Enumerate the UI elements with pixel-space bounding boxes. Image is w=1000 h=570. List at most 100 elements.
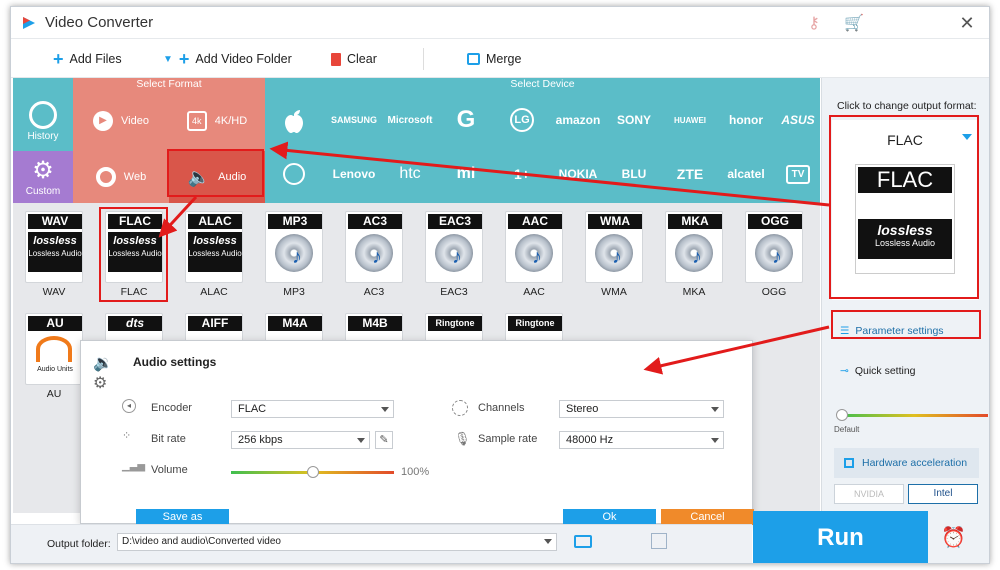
apple-icon[interactable] xyxy=(267,95,321,145)
brand-amazon[interactable]: amazon xyxy=(551,95,605,145)
hardware-acceleration-button[interactable]: Hardware acceleration xyxy=(834,448,979,478)
format-card-ogg[interactable]: OGG ♪ OGG xyxy=(739,209,809,298)
brand-nokia[interactable]: NOKIA xyxy=(551,149,605,199)
format-label: EAC3 xyxy=(440,286,468,298)
cancel-button[interactable]: Cancel xyxy=(661,509,754,525)
wav-badge: WAV lossless Lossless Audio xyxy=(25,211,83,283)
format-card-wma[interactable]: WMA ♪ WMA xyxy=(579,209,649,298)
samplerate-select[interactable]: 48000 Hz xyxy=(559,431,724,449)
highlight-flac-card xyxy=(99,207,168,302)
custom-tile[interactable]: ⚙ Custom xyxy=(13,151,73,203)
intel-badge: Intel xyxy=(908,484,978,504)
brand-asus[interactable]: ASUS xyxy=(771,95,825,145)
channels-select[interactable]: Stereo xyxy=(559,400,724,418)
video-label: Video xyxy=(121,115,149,127)
format-card-alac[interactable]: ALAC lossless Lossless Audio ALAC xyxy=(179,209,249,298)
brand-microsoft[interactable]: Microsoft xyxy=(383,95,437,145)
key-icon[interactable]: ⚷ xyxy=(804,13,824,33)
music-note-icon: ♪ xyxy=(692,246,702,268)
music-note-icon: ♪ xyxy=(292,246,302,268)
clear-button[interactable]: Clear xyxy=(331,49,377,69)
encoder-select[interactable]: FLAC xyxy=(231,400,394,418)
dts-name: dts xyxy=(108,316,162,331)
audio-units-text: Audio Units xyxy=(37,366,73,373)
quality-slider[interactable] xyxy=(840,414,988,417)
brand-mi[interactable]: mi xyxy=(439,149,493,199)
format-label: MKA xyxy=(682,286,706,298)
channels-value: Stereo xyxy=(566,403,599,415)
open-folder-icon[interactable] xyxy=(651,533,667,549)
format-card-ac3[interactable]: AC3 ♪ AC3 xyxy=(339,209,409,298)
encoder-label: Encoder xyxy=(151,402,192,414)
format-card-mp3[interactable]: MP3 ♪ MP3 xyxy=(259,209,329,298)
output-folder-field[interactable]: D:\video and audio\Converted video xyxy=(117,533,557,551)
add-folder-label: Add Video Folder xyxy=(195,52,292,66)
save-as-button[interactable]: Save as xyxy=(136,509,229,525)
nvidia-badge: NVIDIA xyxy=(834,484,904,504)
history-tile[interactable]: History xyxy=(13,91,73,151)
format-card-eac3[interactable]: EAC3 ♪ EAC3 xyxy=(419,209,489,298)
format-card-aac[interactable]: AAC ♪ AAC xyxy=(499,209,569,298)
edit-bitrate-button[interactable]: ✎ xyxy=(375,431,393,449)
alac-name: ALAC xyxy=(188,214,242,229)
format-card-mka[interactable]: MKA ♪ MKA xyxy=(659,209,729,298)
quick-setting: ⊸ Quick setting xyxy=(840,365,916,377)
music-note-icon: ♪ xyxy=(772,246,782,268)
play-icon: ▶ xyxy=(93,111,114,131)
au-badge: AU Audio Units xyxy=(25,313,83,385)
merge-label: Merge xyxy=(486,52,522,66)
channels-icon xyxy=(452,400,468,416)
brand-lg[interactable]: LG xyxy=(495,95,549,145)
brand-samsung[interactable]: SAMSUNG xyxy=(327,95,381,145)
alac-badge: ALAC lossless Lossless Audio xyxy=(185,211,243,283)
close-icon[interactable]: ✕ xyxy=(957,13,977,33)
add-folder-button[interactable]: ▼ + Add Video Folder xyxy=(163,49,292,69)
format-card-au[interactable]: AU Audio Units AU xyxy=(19,311,89,400)
brand-honor[interactable]: honor xyxy=(719,95,773,145)
brand-oneplus[interactable]: 1+ xyxy=(495,149,549,199)
motorola-icon[interactable] xyxy=(267,149,321,199)
quality-slider-thumb[interactable] xyxy=(836,409,848,421)
merge-button[interactable]: Merge xyxy=(467,49,521,69)
music-note-icon: ♪ xyxy=(532,246,542,268)
m4a-name: M4A xyxy=(268,316,322,331)
tv-label: TV xyxy=(785,164,811,184)
select-format-label: Select Format xyxy=(136,78,202,90)
ringtone-name: Ringtone xyxy=(508,316,562,331)
folder-icon[interactable] xyxy=(574,535,592,548)
app-title: Video Converter xyxy=(45,14,154,31)
alarm-clock-icon[interactable]: ⏰ xyxy=(941,525,966,550)
audio-settings-dialog: 🔉⚙ Audio settings ◂ Encoder FLAC ⁘ Bit r… xyxy=(80,340,754,525)
history-icon xyxy=(29,100,57,129)
gear-icon: ⚙ xyxy=(32,156,54,184)
brand-alcatel[interactable]: alcatel xyxy=(719,149,773,199)
brand-htc[interactable]: htc xyxy=(383,149,437,199)
dropdown-arrow-icon[interactable]: ▼ xyxy=(163,54,173,65)
brand-google[interactable]: G xyxy=(439,95,493,145)
web-tile[interactable]: Web xyxy=(73,151,169,203)
select-device-header: Select Device xyxy=(265,78,820,91)
bitrate-value: 256 kbps xyxy=(238,434,283,446)
volume-value: 100% xyxy=(401,466,430,478)
audio-units-icon xyxy=(36,336,72,362)
hd-tile[interactable]: 4k 4K/HD xyxy=(169,91,265,151)
tv-icon[interactable]: TV xyxy=(771,149,825,199)
add-files-button[interactable]: + Add Files xyxy=(53,49,122,69)
chip-icon xyxy=(844,458,854,468)
cart-icon[interactable]: 🛒 xyxy=(844,13,864,33)
brand-huawei[interactable]: HUAWEI xyxy=(663,95,717,145)
brand-lenovo[interactable]: Lenovo xyxy=(327,149,381,199)
chevron-down-icon[interactable] xyxy=(544,539,552,544)
video-tile[interactable]: ▶ Video xyxy=(73,91,169,151)
ok-button[interactable]: Ok xyxy=(563,509,656,525)
lossless-word: lossless xyxy=(193,235,237,247)
brand-sony[interactable]: SONY xyxy=(607,95,661,145)
format-card-wav[interactable]: WAV lossless Lossless Audio WAV xyxy=(19,209,89,298)
brand-zte[interactable]: ZTE xyxy=(663,149,717,199)
ac3-name: AC3 xyxy=(348,214,402,229)
brand-blu[interactable]: BLU xyxy=(607,149,661,199)
bitrate-select[interactable]: 256 kbps xyxy=(231,431,370,449)
run-button[interactable]: Run xyxy=(753,511,928,563)
output-folder-path: D:\video and audio\Converted video xyxy=(122,536,281,547)
volume-slider-thumb[interactable] xyxy=(306,466,319,478)
